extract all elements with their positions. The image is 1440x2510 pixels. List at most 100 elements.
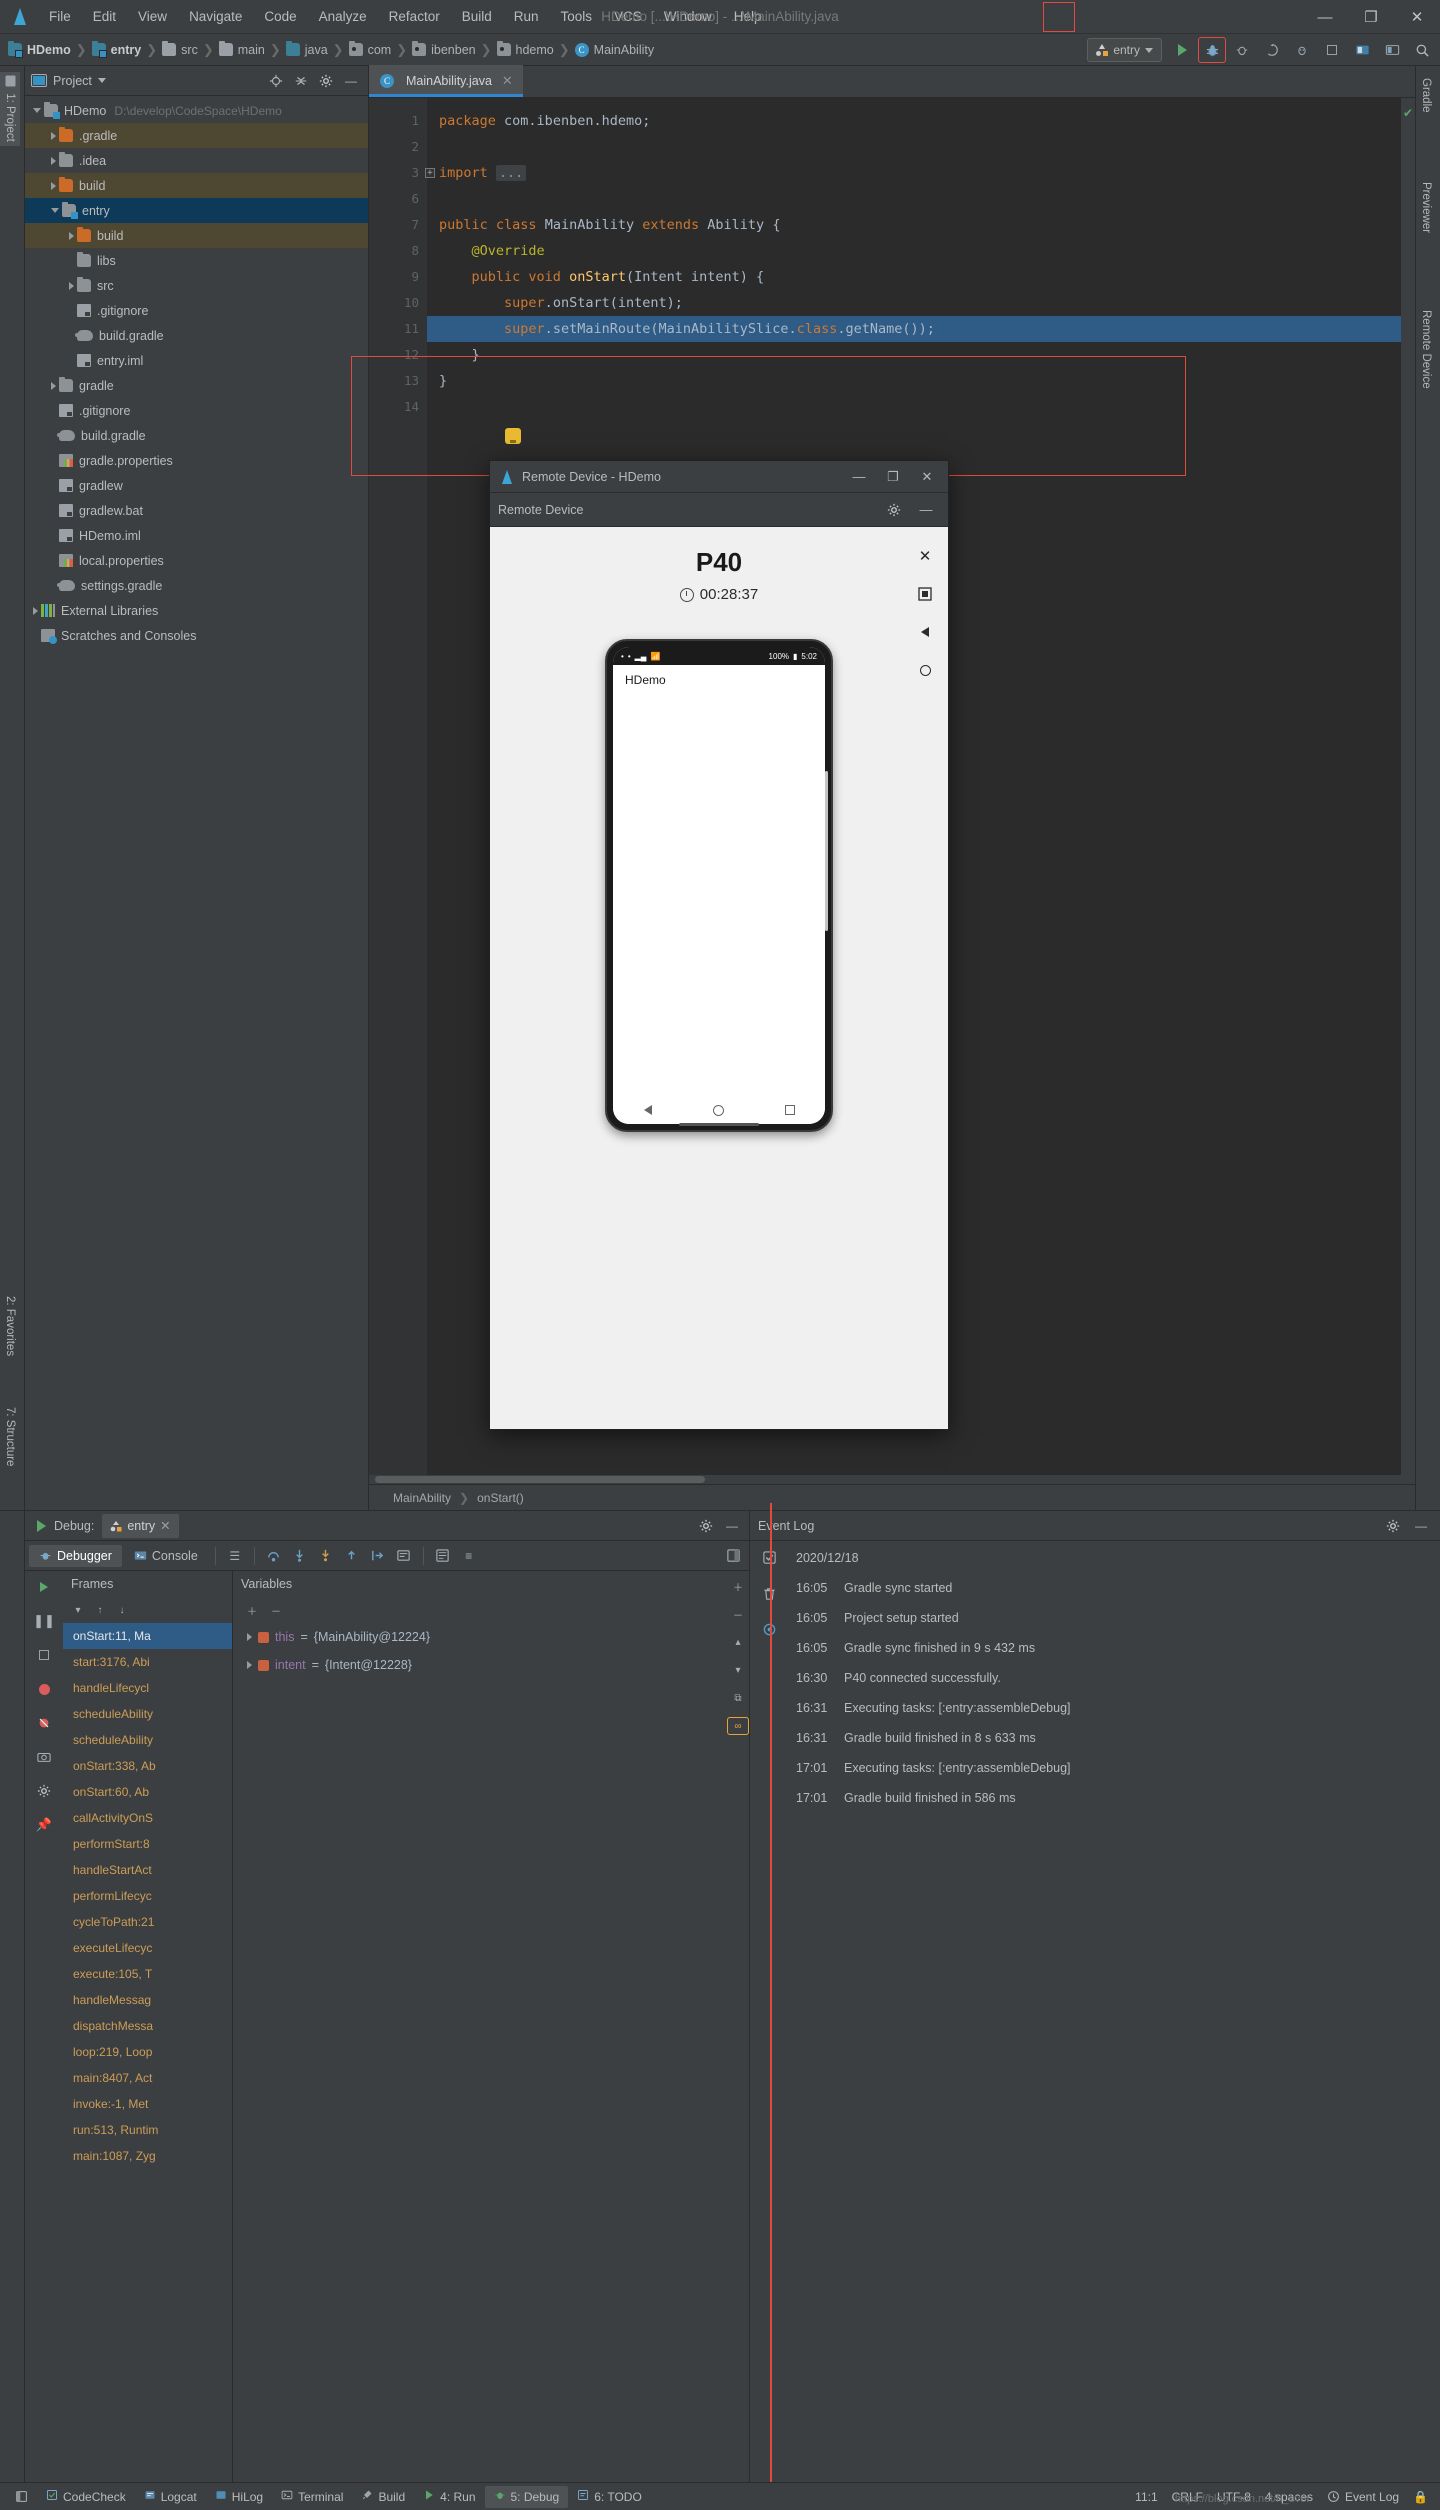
stack-frame-item[interactable]: main:1087, Zyg: [63, 2143, 232, 2169]
gear-icon[interactable]: [1382, 1515, 1404, 1537]
tree-item[interactable]: local.properties: [25, 548, 368, 573]
twisty-closed-icon[interactable]: [51, 131, 56, 140]
gutter-line[interactable]: 11: [369, 316, 427, 342]
add-watch-icon[interactable]: ＋: [729, 1577, 747, 1595]
tree-item[interactable]: settings.gradle: [25, 573, 368, 598]
evaluate-expression-icon[interactable]: [392, 1544, 416, 1568]
step-into-icon[interactable]: [288, 1544, 312, 1568]
event-log-entries[interactable]: 2020/12/18 16:05 Gradle sync started 16:05…: [788, 1541, 1440, 2510]
tree-item[interactable]: libs: [25, 248, 368, 273]
breadcrumb-item-hdemo-pkg[interactable]: hdemo: [496, 41, 554, 57]
move-down-icon[interactable]: ▾: [729, 1661, 747, 1679]
stack-frame-item[interactable]: execute:105, T: [63, 1961, 232, 1987]
gutter-line[interactable]: 9: [369, 264, 427, 290]
tree-item[interactable]: gradlew.bat: [25, 498, 368, 523]
status-tab-5-debug[interactable]: 5: Debug: [484, 2485, 569, 2508]
breadcrumb-item-src[interactable]: src: [162, 41, 198, 57]
tree-item[interactable]: .gradle: [25, 123, 368, 148]
close-session-icon[interactable]: ✕: [914, 545, 936, 567]
twisty-closed-icon[interactable]: [247, 1661, 252, 1669]
gutter-line[interactable]: 2: [369, 134, 427, 160]
force-step-into-icon[interactable]: [314, 1544, 338, 1568]
sidebar-tab-structure[interactable]: 7: Structure: [0, 1403, 20, 1470]
settings-gear-icon[interactable]: [34, 1781, 54, 1801]
gutter-line[interactable]: 10: [369, 290, 427, 316]
stack-frame-item[interactable]: loop:219, Loop: [63, 2039, 232, 2065]
stack-frame-item[interactable]: invoke:-1, Met: [63, 2091, 232, 2117]
status-tool-tabs[interactable]: CodeCheck Logcat HiLog Terminal Build 4: Run 5…: [37, 2485, 651, 2508]
tree-item[interactable]: entry.iml: [25, 348, 368, 373]
status-tab-6-todo[interactable]: 6: TODO: [568, 2489, 651, 2504]
run-configuration-selector[interactable]: entry: [1087, 38, 1162, 62]
remote-maximize-button[interactable]: ❐: [876, 462, 910, 492]
gutter-line[interactable]: 7: [369, 212, 427, 238]
layout-inspector-button[interactable]: [1378, 37, 1406, 63]
menu-view[interactable]: View: [127, 5, 178, 28]
tree-item[interactable]: HDemo D:\develop\CodeSpace\HDemo: [25, 98, 368, 123]
remove-watch-icon[interactable]: －: [729, 1605, 747, 1623]
tree-item[interactable]: gradle: [25, 373, 368, 398]
device-mirror[interactable]: • • ▂▄ 📶 100% ▮ 5:02 HDemo: [605, 639, 833, 1132]
sidebar-tab-remote-device[interactable]: Remote Device: [1416, 306, 1436, 393]
pause-program-icon[interactable]: ❚❚: [33, 1611, 55, 1631]
tree-item[interactable]: gradle.properties: [25, 448, 368, 473]
inspect-icon[interactable]: ∞: [727, 1717, 749, 1735]
remove-watch-icon[interactable]: －: [267, 1601, 285, 1619]
stack-frame-item[interactable]: onStart:338, Ab: [63, 1753, 232, 1779]
scrollbar-thumb[interactable]: [375, 1476, 705, 1483]
tree-item[interactable]: src: [25, 273, 368, 298]
hide-panel-icon[interactable]: —: [340, 70, 362, 92]
status-tab-build[interactable]: Build: [352, 2489, 414, 2504]
stack-frame-item[interactable]: onStart:60, Ab: [63, 1779, 232, 1805]
tree-item[interactable]: build: [25, 173, 368, 198]
stack-frame-item[interactable]: handleMessag: [63, 1987, 232, 2013]
editor-tab-mainability[interactable]: C MainAbility.java ✕: [369, 65, 523, 97]
gutter-line[interactable]: 13: [369, 368, 427, 394]
settings-icon[interactable]: ≡: [457, 1544, 481, 1568]
event-log-settings-icon[interactable]: [759, 1619, 779, 1639]
stack-frame-item[interactable]: onStart:11, Ma: [63, 1623, 232, 1649]
twisty-closed-icon[interactable]: [33, 606, 38, 615]
run-with-coverage-button[interactable]: [1258, 37, 1286, 63]
stack-frame-item[interactable]: handleStartAct: [63, 1857, 232, 1883]
mute-breakpoints-icon[interactable]: [431, 1544, 455, 1568]
tree-item[interactable]: gradlew: [25, 473, 368, 498]
status-tab-4-run[interactable]: 4: Run: [414, 2489, 484, 2504]
view-breakpoints-icon[interactable]: [34, 1679, 54, 1699]
remote-minimize-button[interactable]: —: [842, 462, 876, 492]
device-app-content[interactable]: [613, 695, 825, 1096]
project-panel-title-group[interactable]: Project: [31, 74, 106, 88]
twisty-open-icon[interactable]: [33, 108, 41, 113]
lock-icon[interactable]: 🔒: [1413, 2490, 1428, 2504]
twisty-closed-icon[interactable]: [51, 181, 56, 190]
collapse-all-icon[interactable]: [290, 70, 312, 92]
frames-up-icon[interactable]: ↑: [91, 1601, 109, 1619]
step-over-icon[interactable]: [262, 1544, 286, 1568]
gear-icon[interactable]: [695, 1515, 717, 1537]
attach-debugger-button[interactable]: [1228, 37, 1256, 63]
resume-program-icon[interactable]: [34, 1577, 54, 1597]
twisty-closed-icon[interactable]: [51, 381, 56, 390]
tree-item[interactable]: .gitignore: [25, 298, 368, 323]
step-out-icon[interactable]: [340, 1544, 364, 1568]
stack-frame-item[interactable]: start:3176, Abi: [63, 1649, 232, 1675]
tree-item[interactable]: build.gradle: [25, 323, 368, 348]
stack-frame-item[interactable]: scheduleAbility: [63, 1727, 232, 1753]
breadcrumb-item-entry[interactable]: entry: [91, 41, 141, 58]
menu-edit[interactable]: Edit: [82, 5, 127, 28]
mute-breakpoints-icon[interactable]: [34, 1713, 54, 1733]
variable-row[interactable]: this = {MainAbility@12224}: [233, 1623, 727, 1651]
editor-gutter[interactable]: 1 2 3 +6 7 8 9 10 11 12 13 14: [369, 98, 435, 1484]
tree-item[interactable]: entry: [25, 198, 368, 223]
menu-file[interactable]: File: [38, 5, 82, 28]
run-to-cursor-icon[interactable]: [366, 1544, 390, 1568]
tree-item[interactable]: .idea: [25, 148, 368, 173]
previewer-button[interactable]: [1348, 37, 1376, 63]
screenshot-icon[interactable]: [914, 583, 936, 605]
hide-panel-icon[interactable]: —: [721, 1515, 743, 1537]
editor-horizontal-scrollbar[interactable]: [369, 1475, 1415, 1484]
search-everywhere-button[interactable]: [1408, 37, 1436, 63]
twisty-closed-icon[interactable]: [69, 231, 74, 240]
device-screen[interactable]: • • ▂▄ 📶 100% ▮ 5:02 HDemo: [613, 647, 825, 1124]
layout-settings-icon[interactable]: [721, 1544, 745, 1568]
